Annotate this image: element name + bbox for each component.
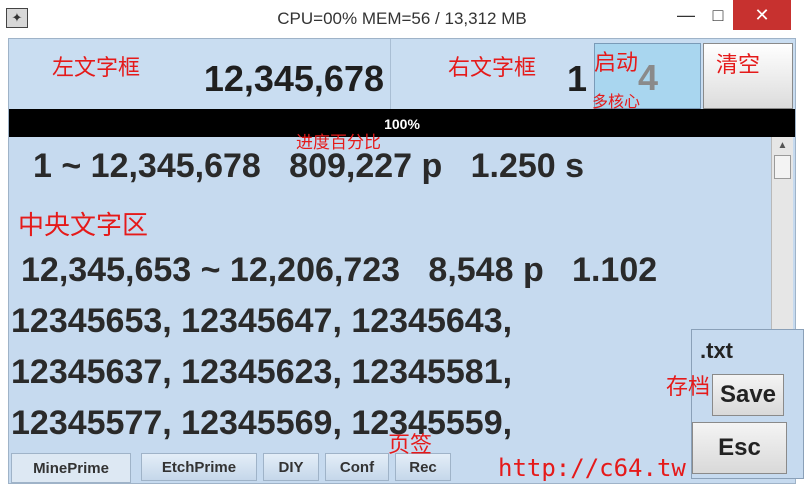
result-line: 12345637, 12345623, 12345581, (11, 353, 513, 391)
annotation-central: 中央文字区 (18, 210, 149, 240)
result-line: 12,345,653 ~ 12,206,723 8,548 p 1.102 (21, 251, 658, 289)
annotation-tabs: 页签 (388, 432, 433, 457)
tab-etchprime[interactable]: EtchPrime (141, 453, 257, 481)
result-line: 12345653, 12345647, 12345643, (11, 302, 513, 340)
core-count: 4 (638, 57, 659, 98)
tab-mineprime[interactable]: MinePrime (11, 453, 131, 483)
minimize-button[interactable]: — (668, 0, 704, 30)
annotation-save: 存档 (666, 374, 711, 399)
annotation-start: 启动 (594, 50, 639, 75)
annotation-right-field: 右文字框 (448, 55, 537, 80)
annotation-clear: 清空 (716, 52, 761, 77)
scroll-up-icon[interactable]: ▲ (772, 137, 793, 155)
progress-text: 100% (384, 116, 420, 132)
title-bar: ✦ CPU=00% MEM=56 / 13,312 MB — □ ✕ (0, 0, 804, 38)
save-button[interactable]: Save (712, 374, 784, 416)
tab-conf[interactable]: Conf (325, 453, 389, 481)
annotation-progress: 进度百分比 (296, 133, 381, 152)
file-extension-label: .txt (700, 338, 733, 363)
annotation-left-field: 左文字框 (52, 55, 141, 80)
url-link[interactable]: http://c64.tw (498, 454, 686, 482)
progress-bar: 100% (9, 109, 795, 137)
right-field-value: 1 (566, 58, 587, 99)
central-text-area[interactable]: 1 ~ 12,345,678 809,227 p 1.250 s 12,345,… (9, 137, 771, 453)
result-line: 12345577, 12345569, 12345559, (11, 404, 513, 442)
maximize-button[interactable]: □ (700, 0, 736, 30)
annotation-multicore: 多核心 (592, 94, 641, 111)
tab-diy[interactable]: DIY (263, 453, 319, 481)
save-panel: .txt Save Esc (691, 329, 804, 479)
esc-button[interactable]: Esc (692, 422, 787, 474)
close-button[interactable]: ✕ (733, 0, 791, 30)
scrollbar-thumb[interactable] (774, 155, 791, 179)
left-field-value: 12,345,678 (203, 58, 384, 99)
app-frame: 12,345,678 1 4 100% 1 ~ 12,345,678 809,2… (8, 38, 804, 484)
